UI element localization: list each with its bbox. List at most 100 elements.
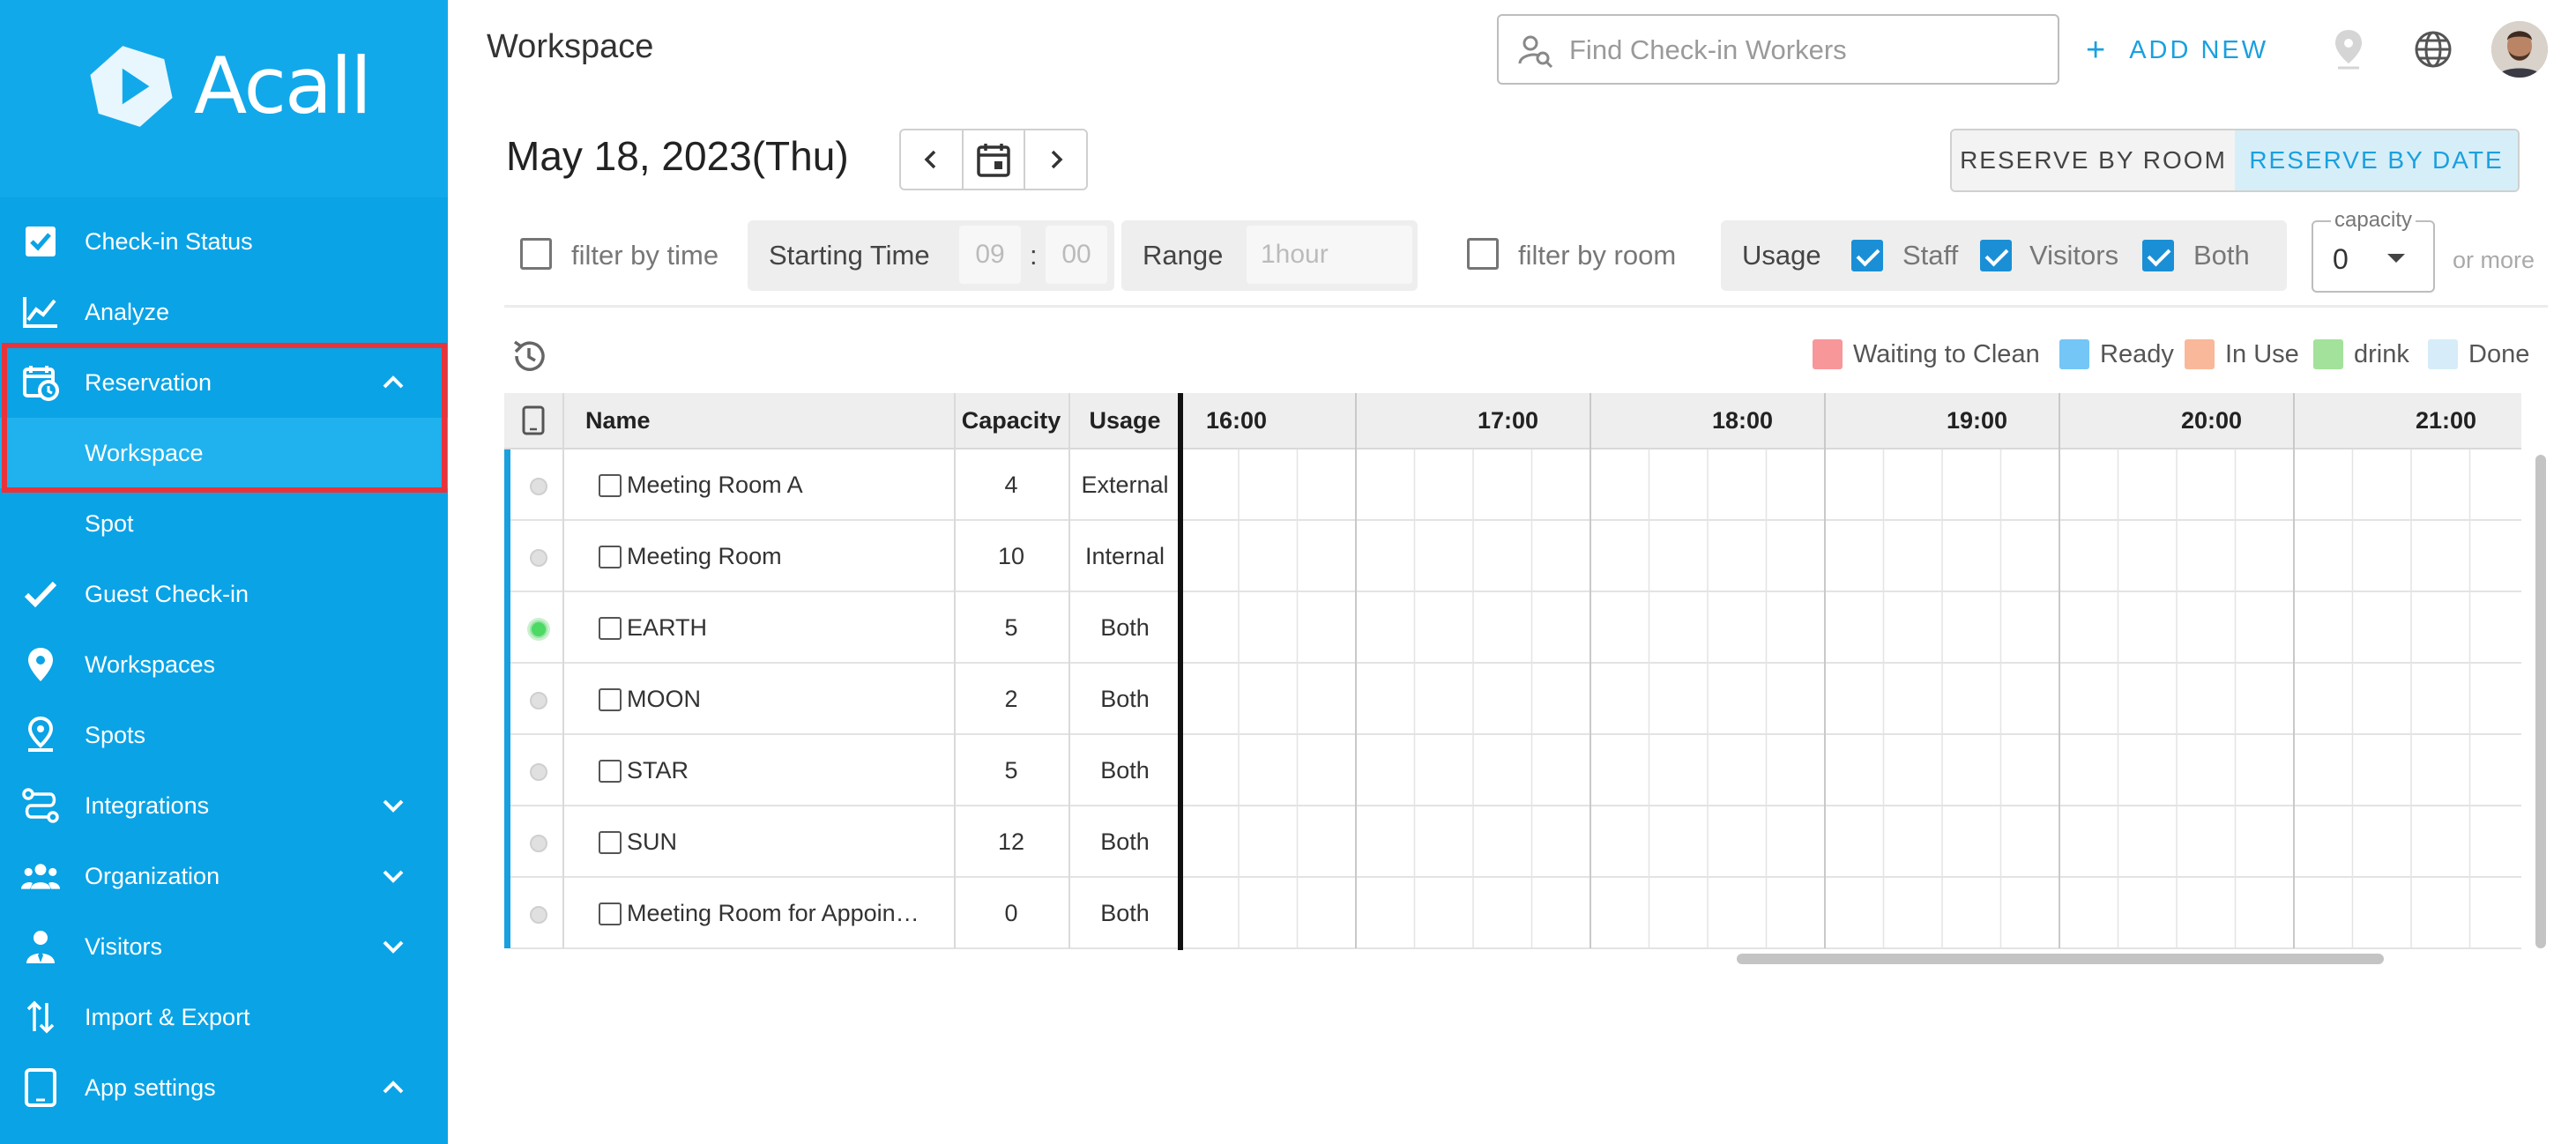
legend-swatch [2185,339,2215,369]
calendar-button[interactable] [964,130,1026,189]
horizontal-scrollbar[interactable] [1737,954,2384,964]
timeline-grid[interactable] [1183,393,2521,950]
chevron-left-icon [924,150,936,169]
legend-ready: Ready [2059,337,2174,372]
room-name[interactable]: Meeting Room [627,521,782,592]
legend-waiting-to-clean: Waiting to Clean [1813,337,2040,372]
vertical-scrollbar[interactable] [2535,455,2546,948]
date-navigation [899,129,1088,190]
search-field[interactable] [1497,14,2059,85]
sidebar-item-integrations[interactable]: Integrations [0,770,448,841]
location-pin-icon[interactable] [2331,28,2366,71]
room-name[interactable]: Meeting Room A [627,449,803,521]
sidebar-item-organization[interactable]: Organization [0,841,448,911]
room-capacity: 2 [1004,686,1018,712]
add-new-label: ADD NEW [2129,36,2269,64]
or-more-label: or more [2453,247,2535,273]
sidebar-item-check-in-status[interactable]: Check-in Status [0,206,448,277]
usage-both-label: Both [2193,240,2250,271]
room-usage: Both [1100,614,1150,641]
room-capacity: 4 [1004,472,1018,498]
row-checkbox[interactable] [599,546,622,568]
user-avatar-icon [2491,21,2548,78]
legend-label: Waiting to Clean [1853,339,2040,368]
sidebar-item-label: Workspaces [85,650,216,678]
row-checkbox[interactable] [599,903,622,925]
chevron-up-icon [383,1081,404,1094]
usage-visitors-label: Visitors [2029,240,2119,271]
range-select[interactable]: 1hour [1247,226,1412,284]
logo-area: Acall [0,0,448,197]
column-divider [1068,393,1070,948]
search-input[interactable] [1569,28,2045,72]
sidebar-item-import-export[interactable]: Import & Export [0,982,448,1052]
room-usage: Internal [1084,543,1165,569]
legend-label: drink [2354,339,2409,368]
capacity-select[interactable]: capacity 0 [2312,208,2435,293]
header-usage[interactable]: Usage [1068,393,1181,449]
room-capacity: 0 [1004,900,1018,926]
avatar[interactable] [2491,21,2548,78]
sidebar-item-label: Guest Check-in [85,580,249,607]
reserve-by-date-button[interactable]: RESERVE BY DATE [2235,130,2518,190]
logo-text: Acall [194,41,372,131]
page-title: Workspace [487,28,654,65]
sidebar-item-label: App settings [85,1073,216,1101]
room-name[interactable]: Meeting Room for Appoin… [627,878,919,949]
filter-by-time-checkbox[interactable] [520,238,552,270]
room-usage: Both [1100,828,1150,855]
room-name[interactable]: SUN [627,806,677,878]
sidebar-item-spot[interactable]: Spot [0,488,448,559]
reserve-by-room-button[interactable]: RESERVE BY ROOM [1952,130,2235,190]
column-divider [562,393,564,948]
row-checkbox[interactable] [599,474,622,497]
sidebar-item-guest-check-in[interactable]: Guest Check-in [0,559,448,629]
header-select-cell [504,393,562,449]
integrations-icon [21,786,60,825]
range-label: Range [1143,240,1224,271]
usage-both-checkbox[interactable] [2142,240,2174,271]
filter-by-room-checkbox[interactable] [1467,238,1499,270]
room-name[interactable]: STAR [627,735,689,806]
globe-icon[interactable] [2414,30,2453,69]
next-date-button[interactable] [1025,130,1086,189]
room-capacity: 10 [997,543,1025,569]
row-checkbox[interactable] [599,688,622,711]
usage-staff-checkbox[interactable] [1851,240,1883,271]
sidebar-item-label: Organization [85,862,220,889]
room-name[interactable]: MOON [627,664,701,735]
prev-date-button[interactable] [901,130,964,189]
acall-logo[interactable]: Acall [86,41,372,131]
starting-time-label: Starting Time [769,240,930,271]
refresh-history-icon[interactable] [510,337,548,375]
checkbox-icon [21,222,60,261]
sidebar-item-visitors[interactable]: Visitors [0,911,448,982]
status-dot [530,692,547,709]
dropdown-arrow-icon [2387,254,2405,263]
header-capacity[interactable]: Capacity [954,393,1068,449]
sidebar: Acall Check-in Status Analyze Reservatio… [0,0,448,1144]
people-icon [21,857,60,895]
hour-input[interactable]: 09 [959,226,1021,284]
sidebar-item-app-settings[interactable]: App settings [0,1052,448,1123]
status-dot [530,835,547,852]
sidebar-item-analyze[interactable]: Analyze [0,277,448,347]
plus-icon: + [2086,32,2109,69]
legend-swatch [2313,339,2343,369]
sidebar-item-spots[interactable]: Spots [0,700,448,770]
row-checkbox[interactable] [599,617,622,640]
room-usage: Both [1100,900,1150,926]
row-checkbox[interactable] [599,760,622,783]
legend-label: Done [2468,339,2530,368]
minute-input[interactable]: 00 [1046,226,1107,284]
header-name[interactable]: Name [562,393,954,449]
room-name[interactable]: EARTH [627,592,707,664]
sidebar-item-workspaces[interactable]: Workspaces [0,629,448,700]
chevron-right-icon [1051,150,1063,169]
status-dot-active [530,620,547,638]
usage-visitors-checkbox[interactable] [1980,240,2012,271]
legend-swatch [2059,339,2089,369]
legend-label: Ready [2100,339,2174,368]
row-checkbox[interactable] [599,831,622,854]
add-new-button[interactable]: + ADD NEW [2086,32,2268,70]
